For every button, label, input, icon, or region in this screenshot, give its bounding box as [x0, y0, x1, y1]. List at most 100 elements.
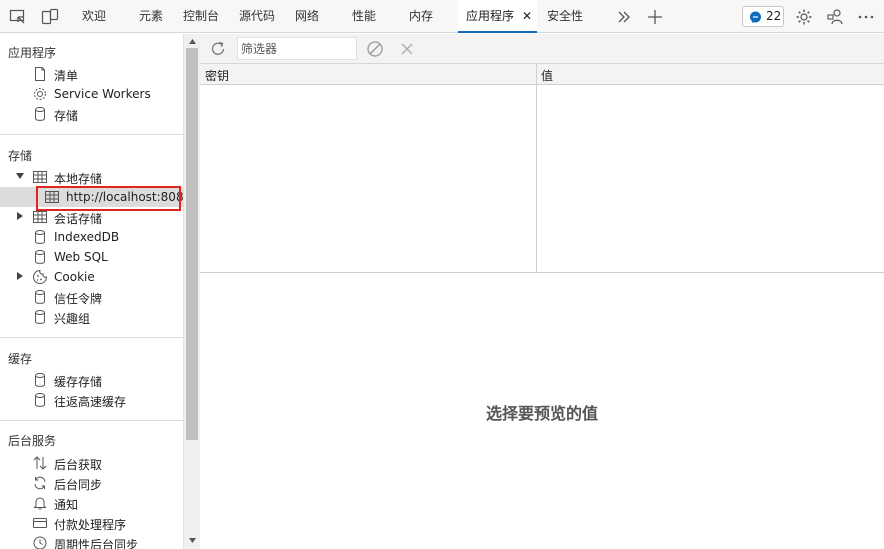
sidebar-scrollbar[interactable]: [183, 34, 200, 549]
refresh-icon[interactable]: [208, 39, 228, 59]
database-icon: [35, 107, 45, 121]
sidebar-item-label: 存储: [54, 109, 79, 123]
cookie-icon: [33, 269, 48, 284]
sidebar-item-trust-tokens[interactable]: 信任令牌: [0, 287, 183, 307]
sidebar-item-label: 会话存储: [54, 212, 103, 226]
sidebar-item-web-sql[interactable]: Web SQL: [0, 247, 183, 267]
section-divider: [0, 420, 183, 421]
sidebar-item-interest-groups[interactable]: 兴趣组: [0, 307, 183, 327]
bell-icon: [33, 497, 47, 510]
expanded-triangle-icon[interactable]: [15, 171, 25, 181]
tab-application-label: 应用程序: [466, 9, 515, 23]
add-tab-icon[interactable]: [646, 8, 664, 26]
sidebar-item-service-workers[interactable]: Service Workers: [0, 84, 183, 104]
sidebar-item-manifest[interactable]: 清单: [0, 64, 183, 84]
scrollbar-thumb[interactable]: [186, 48, 198, 440]
close-tab-icon[interactable]: ✕: [522, 0, 532, 33]
more-options-icon[interactable]: [857, 8, 875, 26]
clear-all-icon[interactable]: [365, 39, 385, 59]
section-divider: [0, 134, 183, 135]
storage-main-panel: 密钥 值 选择要预览的值: [200, 34, 884, 549]
sidebar-item-label: IndexedDB: [54, 230, 120, 244]
document-icon: [35, 67, 45, 81]
database-icon: [35, 290, 45, 304]
database-icon: [35, 230, 45, 244]
sync-icon: [34, 476, 46, 490]
scroll-up-arrow-icon[interactable]: [188, 37, 197, 46]
collapsed-triangle-icon[interactable]: [15, 211, 25, 221]
sidebar-item-label: Cookie: [54, 270, 95, 284]
sidebar-item-label: 清单: [54, 69, 79, 83]
application-sidebar: 应用程序 清单 Service Workers 存储 存储 本地存储 http:…: [0, 34, 183, 549]
sidebar-item-label: 兴趣组: [54, 312, 91, 326]
sidebar-item-label: Service Workers: [54, 87, 151, 101]
database-icon: [35, 250, 45, 264]
sidebar-item-cache-storage[interactable]: 缓存存储: [0, 370, 183, 390]
devtools-tab-bar: 欢迎 元素 控制台 源代码 网络 性能 内存 应用程序 ✕ 安全性 22: [0, 0, 884, 33]
settings-gear-icon[interactable]: [795, 8, 813, 26]
sidebar-item-local-storage[interactable]: 本地存储: [0, 167, 183, 187]
tab-security[interactable]: 安全性: [547, 0, 583, 33]
storage-toolbar: [200, 34, 884, 64]
scroll-down-arrow-icon[interactable]: [188, 536, 197, 545]
filter-input[interactable]: [237, 37, 357, 60]
table-header: 密钥 值: [200, 64, 884, 85]
sidebar-item-back-forward-cache[interactable]: 往返高速缓存: [0, 390, 183, 410]
grid-icon: [33, 211, 47, 223]
tab-console[interactable]: 控制台: [183, 0, 219, 33]
section-title-storage: 存储: [8, 149, 33, 163]
column-divider[interactable]: [536, 64, 537, 272]
value-preview-pane: 选择要预览的值: [200, 274, 884, 549]
column-header-key[interactable]: 密钥: [205, 67, 229, 84]
tab-elements[interactable]: 元素: [139, 0, 163, 33]
sidebar-item-periodic-background-sync[interactable]: 周期性后台同步: [0, 533, 183, 549]
sidebar-item-label: 后台同步: [54, 478, 103, 492]
up-down-arrows-icon: [33, 456, 47, 470]
sidebar-item-notifications[interactable]: 通知: [0, 493, 183, 513]
gear-icon: [34, 88, 46, 100]
tab-network[interactable]: 网络: [295, 0, 319, 33]
device-emulation-icon[interactable]: [41, 8, 59, 26]
sidebar-item-label: 缓存存储: [54, 375, 103, 389]
tab-welcome[interactable]: 欢迎: [82, 0, 106, 33]
sidebar-item-label: 周期性后台同步: [54, 538, 139, 549]
sidebar-item-label: 往返高速缓存: [54, 395, 127, 409]
section-title-application: 应用程序: [8, 46, 57, 60]
sidebar-item-label: 后台获取: [54, 458, 103, 472]
issues-count: 22: [766, 9, 782, 23]
sidebar-item-cookie[interactable]: Cookie: [0, 267, 183, 287]
section-divider: [0, 337, 183, 338]
issues-icon: [750, 11, 761, 23]
grid-icon: [33, 171, 47, 183]
delete-selected-icon[interactable]: [397, 39, 417, 59]
highlight-annotation-box: [36, 186, 181, 211]
key-value-table[interactable]: 密钥 值: [200, 64, 884, 273]
sidebar-item-label: 付款处理程序: [54, 518, 127, 532]
sidebar-item-storage-overview[interactable]: 存储: [0, 104, 183, 124]
column-header-value[interactable]: 值: [541, 67, 553, 84]
database-icon: [35, 310, 45, 324]
database-icon: [35, 373, 45, 387]
sidebar-item-indexeddb[interactable]: IndexedDB: [0, 227, 183, 247]
section-title-background-services: 后台服务: [8, 434, 57, 448]
sidebar-item-label: 信任令牌: [54, 292, 103, 306]
preview-empty-message: 选择要预览的值: [485, 404, 598, 423]
sidebar-item-background-sync[interactable]: 后台同步: [0, 473, 183, 493]
sidebar-item-label: Web SQL: [54, 250, 108, 264]
tab-performance[interactable]: 性能: [352, 0, 376, 33]
card-icon: [33, 518, 47, 528]
tab-sources[interactable]: 源代码: [239, 0, 275, 33]
inspect-element-icon[interactable]: [9, 8, 27, 26]
clock-icon: [33, 536, 47, 549]
issues-badge[interactable]: 22: [742, 6, 784, 27]
tab-memory[interactable]: 内存: [409, 0, 433, 33]
sidebar-item-background-fetch[interactable]: 后台获取: [0, 453, 183, 473]
sidebar-item-label: 通知: [54, 498, 79, 512]
feedback-people-icon[interactable]: [826, 8, 844, 26]
section-title-cache: 缓存: [8, 352, 33, 366]
more-tabs-chevron-icon[interactable]: [615, 8, 633, 26]
database-icon: [35, 393, 45, 407]
sidebar-item-label: 本地存储: [54, 172, 103, 186]
collapsed-triangle-icon[interactable]: [15, 271, 25, 281]
sidebar-item-payment-handler[interactable]: 付款处理程序: [0, 513, 183, 533]
